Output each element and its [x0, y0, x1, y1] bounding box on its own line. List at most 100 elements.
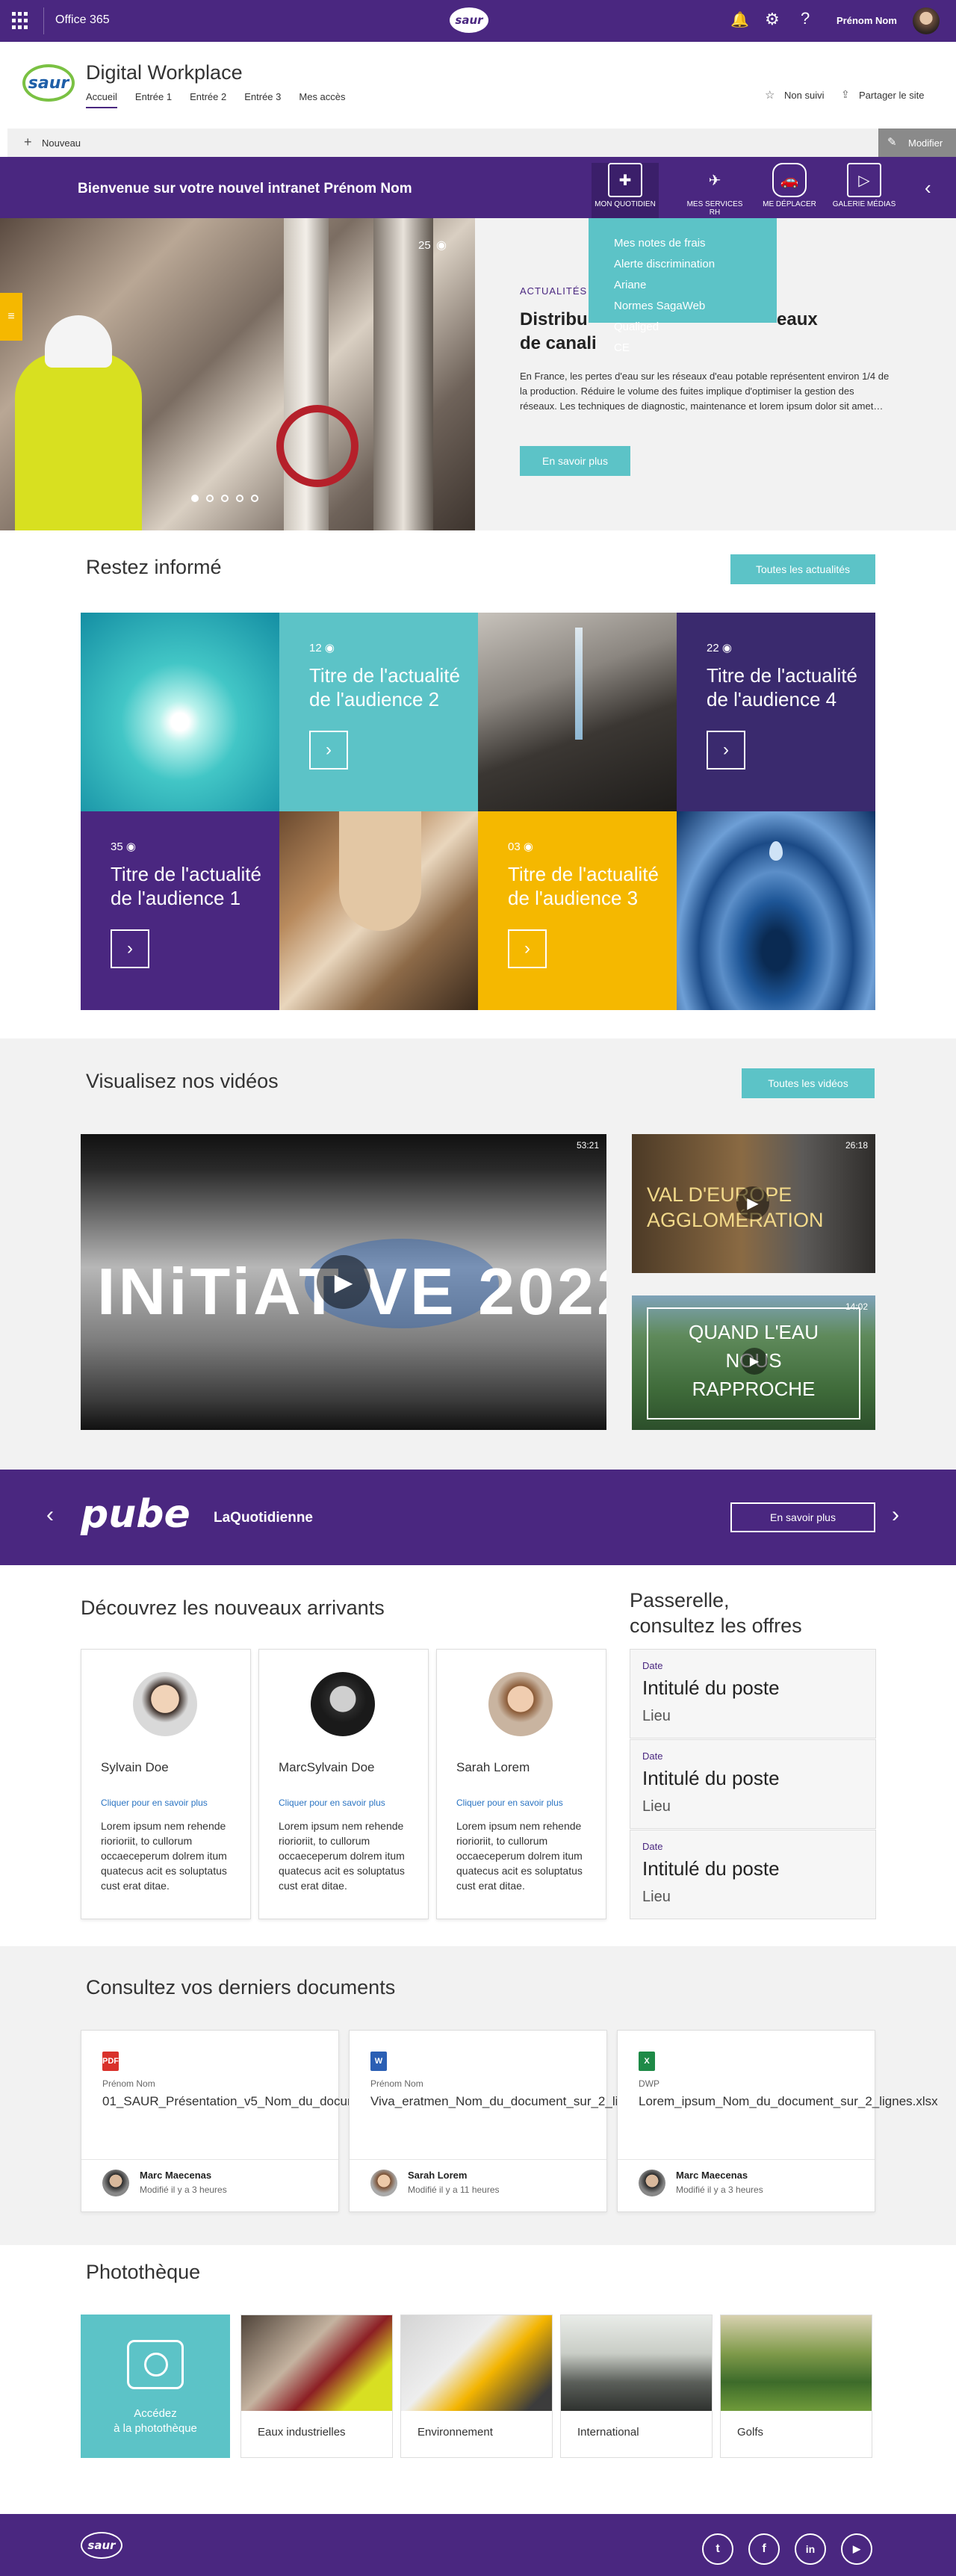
share-icon[interactable]: ⇪	[841, 88, 850, 101]
chevron-left-icon[interactable]: ‹	[925, 176, 931, 199]
carousel-dot[interactable]	[206, 495, 214, 502]
app-launcher-icon[interactable]	[12, 12, 30, 30]
help-icon[interactable]: ?	[801, 9, 810, 28]
user-avatar	[370, 2170, 397, 2196]
carousel-dot[interactable]	[221, 495, 229, 502]
person-card[interactable]: Sarah Lorem Cliquer pour en savoir plus …	[436, 1649, 606, 1919]
youtube-icon[interactable]: ▶	[841, 2533, 872, 2565]
job-offer[interactable]: Date Intitulé du poste Lieu	[630, 1649, 876, 1739]
quicklink-galerie-medias[interactable]: ▷ GALERIE MÉDIAS	[831, 163, 898, 208]
play-icon[interactable]: ▶	[736, 1186, 769, 1219]
album-card[interactable]: Eaux industrielles	[240, 2315, 393, 2458]
nav-entree-1[interactable]: Entrée 1	[135, 91, 172, 108]
document-card[interactable]: X DWP Lorem_ipsum_Nom_du_document_sur_2_…	[617, 2030, 938, 2212]
person-link[interactable]: Cliquer pour en savoir plus	[279, 1798, 385, 1808]
carousel-dot[interactable]	[191, 495, 199, 502]
document-card[interactable]: W Prénom Nom Viva_eratmen_Nom_du_documen…	[349, 2030, 676, 2212]
edit-button[interactable]: ✎ Modifier	[878, 129, 956, 157]
job-offer[interactable]: Date Intitulé du poste Lieu	[630, 1739, 876, 1829]
menu-item[interactable]: Qualiged	[614, 317, 777, 338]
job-offer[interactable]: Date Intitulé du poste Lieu	[630, 1830, 876, 1919]
menu-item[interactable]: Alerte discrimination	[614, 254, 777, 275]
menu-item[interactable]: Mes notes de frais	[614, 233, 777, 254]
news-image-water-drop[interactable]	[677, 811, 875, 1010]
phototheque-access[interactable]: Accédez à la photothèque	[81, 2315, 230, 2458]
quicklink-me-deplacer[interactable]: 🚗 ME DÉPLACER	[756, 163, 823, 208]
share-button[interactable]: Partager le site	[859, 90, 924, 101]
nav-mes-acces[interactable]: Mes accès	[299, 91, 345, 108]
twitter-icon[interactable]: t	[702, 2533, 733, 2565]
avatar[interactable]	[913, 7, 940, 34]
hero-title-line1-end[interactable]: eaux	[777, 309, 818, 330]
chevron-right-icon[interactable]: ›	[508, 929, 547, 968]
hero-cta-button[interactable]: En savoir plus	[520, 446, 630, 476]
nav-entree-3[interactable]: Entrée 3	[244, 91, 281, 108]
side-video-2[interactable]: 14:02 QUAND L'EAU NOUS RAPPROCHE ▶	[632, 1295, 875, 1430]
person-card[interactable]: MarcSylvain Doe Cliquer pour en savoir p…	[258, 1649, 429, 1919]
person-link[interactable]: Cliquer pour en savoir plus	[456, 1798, 563, 1808]
saur-logo[interactable]: saur	[450, 7, 488, 33]
main-video[interactable]: 53:21 INiTiAT VE 2022 ▶	[81, 1134, 606, 1430]
hero-title-line1[interactable]: Distribu	[520, 309, 588, 330]
office365-label[interactable]: Office 365	[55, 13, 110, 27]
bell-icon[interactable]: 🔔	[730, 10, 749, 29]
news-tile-4[interactable]: 22 ◉ Titre de l'actualité de l'audience …	[677, 613, 875, 811]
news-tile-title: Titre de l'actualité de l'audience 3	[508, 863, 659, 909]
menu-item[interactable]: Normes SagaWeb	[614, 296, 777, 317]
site-logo[interactable]: saur	[22, 64, 75, 102]
nav-entree-2[interactable]: Entrée 2	[190, 91, 226, 108]
side-tab[interactable]: ≡	[0, 293, 22, 341]
site-title[interactable]: Digital Workplace	[86, 61, 243, 84]
album-card[interactable]: Environnement	[400, 2315, 553, 2458]
side-video-1[interactable]: 26:18 VAL D'EUROPE AGGLOMÉRATION ▶	[632, 1134, 875, 1273]
news-image-faucet[interactable]	[478, 613, 677, 811]
album-card[interactable]: International	[560, 2315, 713, 2458]
nav-accueil[interactable]: Accueil	[86, 91, 117, 108]
carousel-dot[interactable]	[236, 495, 243, 502]
carousel-dot[interactable]	[251, 495, 258, 502]
chevron-right-icon[interactable]: ›	[707, 731, 745, 770]
footer-logo[interactable]: saur	[81, 2532, 122, 2559]
star-icon[interactable]: ☆	[765, 88, 775, 102]
excel-icon: X	[639, 2052, 655, 2071]
person-card[interactable]: Sylvain Doe Cliquer pour en savoir plus …	[81, 1649, 251, 1919]
news-tile-2[interactable]: 12 ◉ Titre de l'actualité de l'audience …	[279, 613, 478, 811]
doc-name: Lorem_ipsum_Nom_du_document_sur_2_lignes…	[639, 2094, 938, 2108]
linkedin-icon[interactable]: in	[795, 2533, 826, 2565]
chevron-right-icon[interactable]: ›	[111, 929, 149, 968]
document-card[interactable]: PDF Prénom Nom 01_SAUR_Présentation_v5_N…	[81, 2030, 485, 2212]
plus-icon[interactable]: +	[24, 134, 32, 150]
new-button[interactable]: Nouveau	[42, 137, 81, 149]
all-news-button[interactable]: Toutes les actualités	[730, 554, 875, 584]
news-tile-3[interactable]: 03 ◉ Titre de l'actualité de l'audience …	[478, 811, 677, 1010]
news-tile-1[interactable]: 35 ◉ Titre de l'actualité de l'audience …	[81, 811, 279, 1010]
hero-image[interactable]: 25 ◉	[0, 218, 475, 530]
hero-title-line2[interactable]: de canali	[520, 333, 597, 354]
news-image-woman-tablet[interactable]	[279, 811, 478, 1010]
menu-item[interactable]: CE	[614, 338, 777, 359]
play-icon[interactable]: ▶	[741, 1348, 768, 1375]
person-link[interactable]: Cliquer pour en savoir plus	[101, 1798, 208, 1808]
hero-body: En France, les pertes d'eau sur les rése…	[520, 371, 890, 412]
play-icon[interactable]: ▶	[317, 1255, 370, 1309]
divider	[350, 2159, 606, 2160]
gear-icon[interactable]: ⚙	[765, 10, 780, 29]
chevron-right-icon[interactable]: ›	[892, 1502, 899, 1528]
chevron-right-icon[interactable]: ›	[309, 731, 348, 770]
news-image-flower[interactable]	[81, 613, 279, 811]
chevron-left-icon[interactable]: ‹	[46, 1502, 54, 1528]
album-image	[561, 2315, 712, 2411]
quicklink-mon-quotidien[interactable]: ✚ MON QUOTIDIEN	[592, 163, 659, 218]
pube-logo[interactable]: pube	[81, 1492, 190, 1537]
plane-icon: ✈	[708, 172, 721, 189]
quicklink-mes-services-rh[interactable]: ✈ MES SERVICES RH	[681, 163, 748, 217]
album-card[interactable]: Golfs	[720, 2315, 872, 2458]
pube-cta-button[interactable]: En savoir plus	[730, 1502, 875, 1532]
follow-button[interactable]: Non suivi	[784, 90, 824, 101]
news-tile-title: Titre de l'actualité de l'audience 4	[707, 664, 857, 710]
all-videos-button[interactable]: Toutes les vidéos	[742, 1068, 875, 1098]
menu-item[interactable]: Ariane	[614, 275, 777, 296]
facebook-icon[interactable]: f	[748, 2533, 780, 2565]
user-name[interactable]: Prénom Nom	[836, 15, 897, 26]
person-text: Lorem ipsum nem rehende riorioriit, to c…	[279, 1820, 405, 1892]
